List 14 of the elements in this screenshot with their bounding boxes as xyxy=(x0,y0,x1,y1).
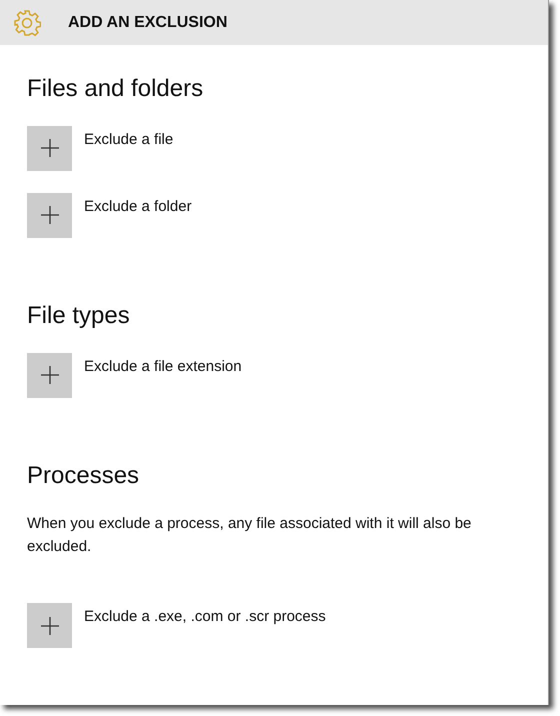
section-heading: File types xyxy=(27,302,131,331)
section-description: When you exclude a process, any file associated with it will also be excluded. xyxy=(27,514,472,557)
section-heading: Processes xyxy=(27,462,140,490)
plus-icon xyxy=(40,138,60,158)
exclusion-button[interactable]: Exclude a folder xyxy=(27,192,192,238)
page-title: ADD AN EXCLUSION xyxy=(68,12,228,32)
exclusion-button[interactable]: Exclude a .exe, .com or .scr process xyxy=(27,603,326,648)
plus-icon xyxy=(40,205,60,226)
exclusion-button[interactable]: Exclude a file extension xyxy=(27,352,242,398)
settings-icon xyxy=(13,8,41,36)
plus-icon xyxy=(40,616,60,636)
plus-icon xyxy=(40,365,60,386)
section-heading: Files and folders xyxy=(27,75,204,104)
exclusion-button[interactable]: Exclude a file xyxy=(27,126,174,171)
